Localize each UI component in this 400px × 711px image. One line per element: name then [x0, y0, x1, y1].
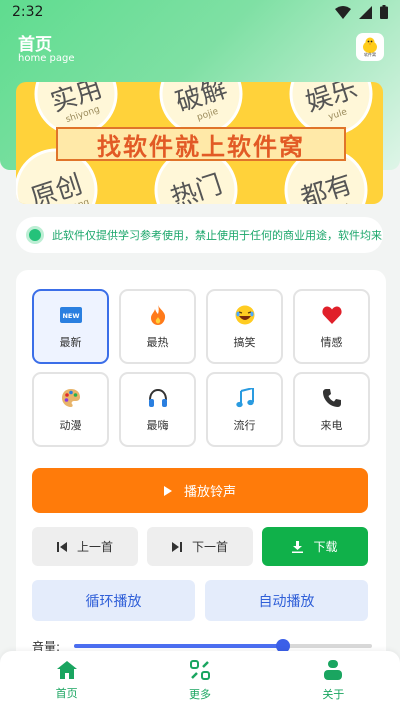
tab-more-label: 更多	[188, 688, 211, 701]
heart-icon	[321, 304, 343, 326]
category-fire[interactable]: 最热	[119, 289, 196, 364]
page-title: 首页	[18, 35, 52, 55]
signal-icon	[359, 5, 372, 19]
home-icon	[56, 661, 77, 679]
fire-icon	[147, 304, 169, 326]
category-headphones[interactable]: 最嗨	[119, 372, 196, 447]
tab-home-label: 首页	[55, 687, 78, 700]
tab-home[interactable]: 首页	[0, 651, 133, 711]
loop-play-label: 循环播放	[85, 593, 142, 610]
volume-slider[interactable]	[74, 639, 372, 653]
ringtone-card: NEW 最新 最热 搞笑 情感动漫 最嗨 流行 来电 播放铃声 上一首 下一首 下载 循环播放…	[16, 270, 386, 670]
next-button[interactable]: 下一首	[147, 527, 253, 566]
category-label: 来电	[320, 418, 343, 432]
category-label: 搞笑	[233, 335, 256, 349]
more-grid-icon	[189, 660, 210, 680]
banner-slogan-text: 找软件就上软件窝	[97, 131, 305, 161]
loop-play-button[interactable]: 循环播放	[32, 580, 195, 621]
category-grid: NEW 最新 最热 搞笑 情感动漫 最嗨 流行 来电	[32, 289, 371, 447]
previous-button[interactable]: 上一首	[32, 527, 138, 566]
notice-bar: 此软件仅提供学习参考使用，禁止使用于任何的商业用途，软件均来	[16, 217, 383, 253]
category-heart[interactable]: 情感	[293, 289, 370, 364]
user-icon	[324, 660, 343, 680]
palette-icon	[60, 387, 82, 409]
category-phone[interactable]: 来电	[293, 372, 370, 447]
phone-icon	[321, 387, 343, 409]
download-button[interactable]: 下载	[262, 527, 368, 566]
skip-previous-icon	[56, 541, 67, 552]
volume-fill	[74, 644, 283, 648]
previous-label: 上一首	[76, 540, 113, 554]
headphones-icon	[147, 387, 169, 409]
category-laughing-face[interactable]: 搞笑	[206, 289, 283, 364]
promo-banner[interactable]: 实用shiyong破解pojie娱乐yule原创yuanchuang热门reme…	[16, 82, 383, 204]
bottom-tab-bar: 首页 更多 关于	[0, 651, 400, 711]
auto-play-button[interactable]: 自动播放	[205, 580, 368, 621]
download-label: 下载	[313, 540, 338, 554]
tab-about[interactable]: 关于	[267, 651, 400, 711]
category-new[interactable]: NEW 最新	[32, 289, 109, 364]
download-icon	[292, 540, 304, 553]
skip-next-icon	[171, 541, 182, 552]
status-time: 2:32	[12, 4, 44, 20]
next-label: 下一首	[191, 540, 228, 554]
category-music-note[interactable]: 流行	[206, 372, 283, 447]
notice-dot-icon	[26, 226, 44, 244]
auto-play-label: 自动播放	[258, 593, 315, 610]
notice-text: 此软件仅提供学习参考使用，禁止使用于任何的商业用途，软件均来	[52, 229, 382, 242]
laughing-face-icon	[234, 304, 256, 326]
category-label: 最新	[59, 335, 82, 349]
battery-icon	[380, 5, 388, 19]
category-label: 最热	[146, 335, 169, 349]
logo-label: 软件窝	[364, 52, 376, 57]
page-subtitle: home page	[18, 53, 75, 64]
music-note-icon	[234, 387, 256, 409]
play-ringtone-label: 播放铃声	[183, 485, 236, 500]
status-bar: 2:32	[0, 0, 400, 24]
wifi-icon	[335, 5, 351, 19]
category-palette[interactable]: 动漫	[32, 372, 109, 447]
status-icons	[335, 5, 388, 19]
category-label: 情感	[320, 335, 343, 349]
tab-about-label: 关于	[322, 688, 345, 701]
new-icon: NEW	[59, 304, 82, 326]
app-logo[interactable]: 软件窝	[356, 33, 384, 61]
tab-more[interactable]: 更多	[133, 651, 266, 711]
category-label: 流行	[233, 418, 256, 432]
chick-logo-icon	[363, 37, 377, 53]
category-label: 最嗨	[146, 418, 169, 432]
banner-slogan: 找软件就上软件窝	[56, 127, 346, 161]
svg-text:NEW: NEW	[62, 312, 79, 320]
play-icon	[163, 485, 172, 496]
category-label: 动漫	[59, 418, 82, 432]
play-ringtone-button[interactable]: 播放铃声	[32, 468, 368, 513]
